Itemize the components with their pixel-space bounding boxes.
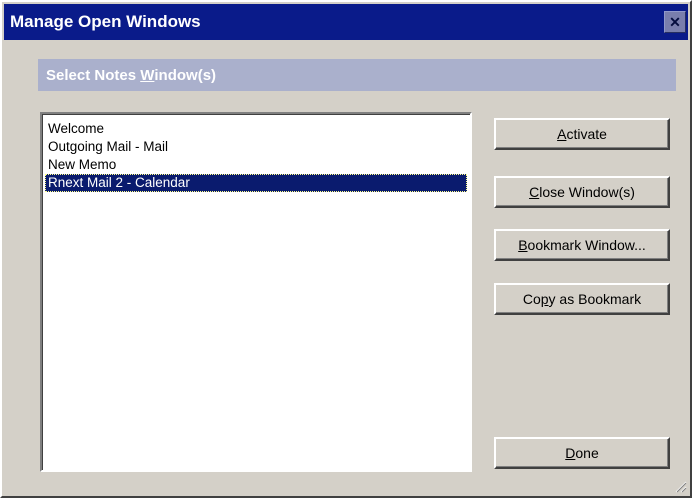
section-header-post: indow(s) <box>154 66 217 84</box>
close-windows-label: lose Window(s) <box>539 184 635 200</box>
done-button[interactable]: Done <box>494 437 670 469</box>
close-windows-button[interactable]: Close Window(s) <box>494 176 670 208</box>
bookmark-window-accel: B <box>518 237 528 253</box>
section-header-pre: Select Notes <box>46 66 141 84</box>
copy-bookmark-accel: p <box>540 291 549 307</box>
list-item[interactable]: Welcome <box>45 120 467 138</box>
activate-accel: A <box>557 126 567 142</box>
bookmark-window-button[interactable]: Bookmark Window... <box>494 229 670 261</box>
close-glyph: ✕ <box>669 13 681 30</box>
list-item-selected[interactable]: Rnext Mail 2 - Calendar <box>45 174 467 192</box>
windows-listbox[interactable]: Welcome Outgoing Mail - Mail New Memo Rn… <box>40 112 472 472</box>
done-accel: D <box>565 445 576 461</box>
activate-label: ctivate <box>566 126 607 142</box>
copy-as-bookmark-button[interactable]: Co p y as Bookmark <box>494 283 670 315</box>
titlebar[interactable]: Manage Open Windows ✕ <box>4 4 688 40</box>
list-item[interactable]: New Memo <box>45 156 467 174</box>
manage-open-windows-dialog: Manage Open Windows ✕ Select Notes Windo… <box>0 0 692 498</box>
resize-grip-icon[interactable] <box>673 479 687 493</box>
section-header-accel: W <box>140 66 155 84</box>
copy-bookmark-label: y as Bookmark <box>548 291 642 307</box>
done-label: one <box>575 445 599 461</box>
section-header: Select Notes Window(s) <box>38 59 676 91</box>
bookmark-window-label: ookmark Window... <box>527 237 646 253</box>
close-windows-accel: C <box>529 184 540 200</box>
list-item[interactable]: Outgoing Mail - Mail <box>45 138 467 156</box>
window-title: Manage Open Windows <box>10 12 201 31</box>
close-icon[interactable]: ✕ <box>664 11 686 33</box>
activate-button[interactable]: Activate <box>494 118 670 150</box>
copy-bookmark-pre: Co <box>522 291 541 307</box>
